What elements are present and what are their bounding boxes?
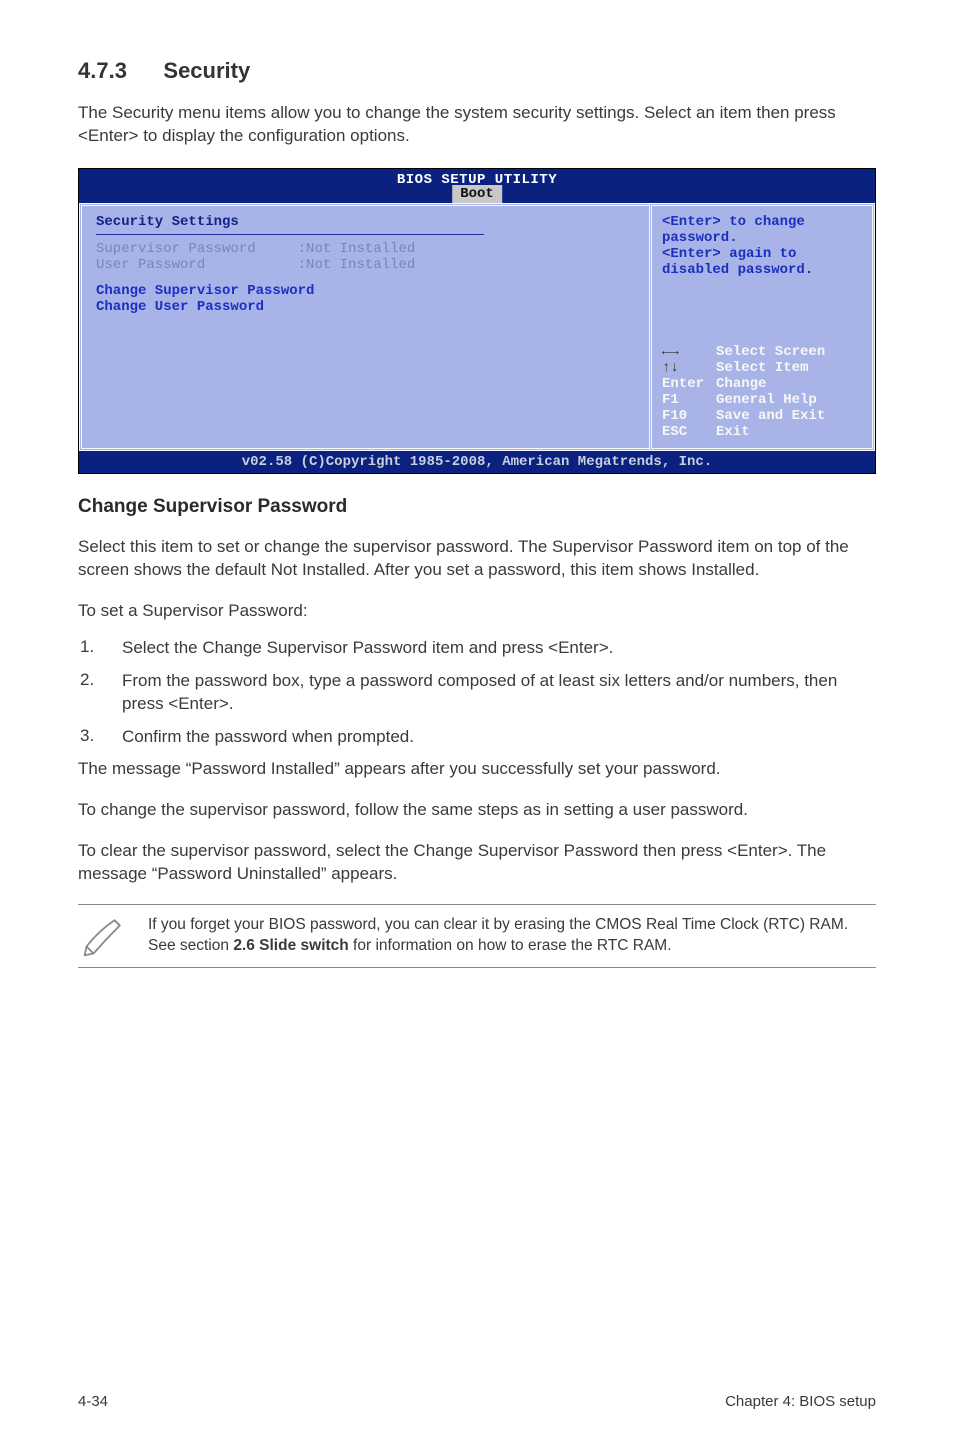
- paragraph-2: To set a Supervisor Password:: [78, 600, 876, 623]
- f10-text: Save and Exit: [716, 408, 825, 424]
- bios-left-panel: Security Settings Supervisor Password :N…: [79, 203, 649, 451]
- bios-body: Security Settings Supervisor Password :N…: [79, 203, 875, 451]
- note-bold: 2.6 Slide switch: [233, 937, 348, 954]
- bios-nav-help: ←→ Select Screen ↑↓ Select Item Enter Ch…: [662, 344, 862, 440]
- step-2-text: From the password box, type a password c…: [122, 670, 876, 716]
- nav-esc: ESC Exit: [662, 424, 862, 440]
- intro-paragraph: The Security menu items allow you to cha…: [78, 102, 876, 148]
- bios-right-panel: <Enter> to change password. <Enter> agai…: [649, 203, 875, 451]
- step-3-text: Confirm the password when prompted.: [122, 726, 876, 749]
- paragraph-5: To clear the supervisor password, select…: [78, 840, 876, 886]
- paragraph-4: To change the supervisor password, follo…: [78, 799, 876, 822]
- select-screen-text: Select Screen: [716, 344, 825, 360]
- user-password-value: :Not Installed: [298, 257, 416, 273]
- chapter-label: Chapter 4: BIOS setup: [725, 1393, 876, 1410]
- arrows-up-down-icon: ↑↓: [662, 360, 708, 376]
- nav-f10: F10 Save and Exit: [662, 408, 862, 424]
- help-line-2: <Enter> again to disabled password.: [662, 246, 862, 278]
- step-3: Confirm the password when prompted.: [80, 726, 876, 749]
- section-title: Security: [163, 58, 250, 84]
- nav-select-item: ↑↓ Select Item: [662, 360, 862, 376]
- step-1: Select the Change Supervisor Password it…: [80, 637, 876, 660]
- step-1-text: Select the Change Supervisor Password it…: [122, 637, 876, 660]
- section-heading: 4.7.3 Security: [78, 58, 876, 84]
- bios-header: BIOS SETUP UTILITY Boot: [79, 169, 875, 203]
- step-2: From the password box, type a password c…: [80, 670, 876, 716]
- bios-tab-boot: Boot: [452, 185, 502, 203]
- bios-footer: v02.58 (C)Copyright 1985-2008, American …: [79, 451, 875, 473]
- pencil-icon-svg: [83, 915, 125, 957]
- arrows-left-right-icon: ←→: [662, 344, 708, 360]
- note-text: If you forget your BIOS password, you ca…: [148, 915, 876, 957]
- select-item-text: Select Item: [716, 360, 808, 376]
- supervisor-password-label: Supervisor Password: [96, 241, 256, 257]
- nav-enter: Enter Change: [662, 376, 862, 392]
- divider: [96, 234, 484, 235]
- section-number: 4.7.3: [78, 58, 127, 84]
- help-line-1: <Enter> to change password.: [662, 214, 862, 246]
- pencil-icon: [78, 915, 130, 957]
- paragraph-1: Select this item to set or change the su…: [78, 536, 876, 582]
- bios-help-text: <Enter> to change password. <Enter> agai…: [662, 214, 862, 278]
- nav-select-screen: ←→ Select Screen: [662, 344, 862, 360]
- f10-key-label: F10: [662, 408, 708, 424]
- supervisor-password-row: Supervisor Password :Not Installed: [96, 241, 635, 257]
- supervisor-password-value: :Not Installed: [298, 241, 416, 257]
- user-password-label: User Password: [96, 257, 205, 273]
- f1-key-label: F1: [662, 392, 708, 408]
- bios-screenshot: BIOS SETUP UTILITY Boot Security Setting…: [78, 168, 876, 474]
- change-supervisor-password: Change Supervisor Password: [96, 283, 635, 299]
- esc-text: Exit: [716, 424, 750, 440]
- subheading-change-supervisor-password: Change Supervisor Password: [78, 496, 876, 518]
- page-number: 4-34: [78, 1393, 108, 1410]
- enter-key-label: Enter: [662, 376, 708, 392]
- paragraph-3: The message “Password Installed” appears…: [78, 758, 876, 781]
- change-user-password: Change User Password: [96, 299, 635, 315]
- page-footer: 4-34 Chapter 4: BIOS setup: [78, 1393, 876, 1410]
- esc-key-label: ESC: [662, 424, 708, 440]
- enter-text: Change: [716, 376, 766, 392]
- security-settings-heading: Security Settings: [96, 214, 635, 230]
- user-password-row: User Password :Not Installed: [96, 257, 635, 273]
- steps-list: Select the Change Supervisor Password it…: [80, 637, 876, 749]
- f1-text: General Help: [716, 392, 817, 408]
- nav-f1: F1 General Help: [662, 392, 862, 408]
- note-post: for information on how to erase the RTC …: [349, 937, 672, 954]
- note-box: If you forget your BIOS password, you ca…: [78, 904, 876, 968]
- spacer: [96, 273, 635, 283]
